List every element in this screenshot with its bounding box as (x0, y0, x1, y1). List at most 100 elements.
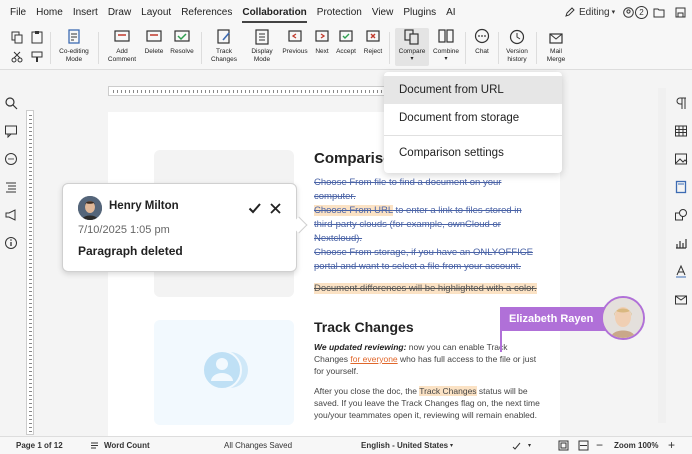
folder-icon[interactable] (653, 7, 665, 18)
coediting-mode-button[interactable]: Co-editing Mode (56, 28, 92, 63)
avatar-placeholder-image (154, 320, 294, 425)
copy-icon[interactable] (10, 30, 24, 44)
chart-settings-icon[interactable] (674, 236, 688, 250)
editing-label: Editing (579, 6, 610, 18)
language-selector[interactable]: English - United States (361, 441, 448, 450)
comment-text: Paragraph deleted (78, 244, 183, 258)
paragraph-settings-icon[interactable] (674, 96, 688, 110)
comment-card[interactable]: Henry Milton 7/10/2025 1:05 pm Paragraph… (62, 183, 308, 272)
compare-chevron-icon: ▾ (410, 55, 414, 62)
display-mode-icon (255, 29, 269, 45)
fit-page-icon[interactable] (558, 440, 569, 451)
text-art-icon[interactable] (674, 264, 688, 278)
coediting-icon (68, 29, 80, 44)
close-icon[interactable] (270, 203, 281, 214)
image-settings-icon[interactable] (674, 152, 688, 166)
users-button[interactable]: 2 (623, 6, 648, 19)
right-sidebar (670, 86, 692, 436)
tab-file[interactable]: File (5, 0, 31, 26)
accept-button[interactable]: Accept (334, 28, 358, 56)
resolve-icon (174, 30, 190, 42)
feedback-icon[interactable] (4, 208, 18, 222)
avatar (78, 196, 102, 220)
add-comment-label: Add Comment (107, 48, 137, 63)
resolve-label: Resolve (170, 48, 194, 55)
tab-draw[interactable]: Draw (103, 0, 136, 26)
compare-icon (404, 29, 419, 45)
zoom-level[interactable]: Zoom 100% (614, 441, 658, 450)
zoom-out-button[interactable]: − (596, 438, 603, 452)
pencil-icon (565, 7, 575, 17)
chevron-down-icon: ▾ (611, 9, 616, 16)
menu-item-document-from-storage[interactable]: Document from storage (384, 104, 562, 132)
delete-comment-icon (146, 30, 162, 42)
zoom-in-button[interactable]: + (668, 438, 675, 452)
navigation-icon[interactable] (4, 180, 18, 194)
header-footer-icon[interactable] (674, 180, 688, 194)
save-icon[interactable] (675, 7, 686, 18)
after-close-a: After you close the doc, the (314, 386, 420, 396)
track-changes-icon (217, 29, 230, 44)
resolve-button[interactable]: Resolve (168, 28, 196, 56)
cut-icon[interactable] (10, 50, 24, 64)
fit-width-icon[interactable] (578, 440, 589, 451)
tab-collaboration[interactable]: Collaboration (237, 0, 311, 26)
next-change-button[interactable]: Next (312, 28, 332, 56)
menu-divider (384, 135, 562, 136)
next-icon (315, 30, 329, 42)
mail-merge-settings-icon[interactable] (674, 292, 688, 306)
version-history-button[interactable]: Version history (502, 28, 532, 63)
collaborator-label: Elizabeth Rayen (500, 307, 612, 331)
previous-change-button[interactable]: Previous (280, 28, 310, 56)
url-option-deleted: Choose From URL (314, 205, 393, 216)
tab-plugins[interactable]: Plugins (398, 0, 441, 26)
compare-label: Compare (398, 48, 426, 55)
tab-layout[interactable]: Layout (136, 0, 176, 26)
vertical-ruler[interactable] (26, 110, 34, 435)
combine-button[interactable]: Combine ▾ (431, 28, 461, 63)
left-sidebar (0, 86, 22, 436)
editing-mode-button[interactable]: Editing ▾ (564, 6, 615, 18)
delete-comment-button[interactable]: Delete (142, 28, 166, 56)
mail-merge-button[interactable]: Mail Merge (540, 28, 572, 63)
spellcheck-icon[interactable] (512, 441, 522, 451)
tab-view[interactable]: View (367, 0, 399, 26)
tab-home[interactable]: Home (31, 0, 68, 26)
format-painter-icon[interactable] (30, 50, 44, 64)
display-mode-button[interactable]: Display Mode (246, 28, 278, 63)
combine-icon (438, 29, 454, 43)
reject-label: Reject (363, 48, 383, 55)
accept-icon (339, 30, 353, 42)
paste-icon[interactable] (30, 30, 44, 44)
compare-button[interactable]: Compare ▾ (395, 28, 429, 66)
menu-item-comparison-settings[interactable]: Comparison settings (384, 139, 562, 167)
comment-date: 7/10/2025 1:05 pm (78, 224, 170, 236)
search-icon[interactable] (4, 96, 18, 110)
tab-ai[interactable]: AI (441, 0, 460, 26)
resolve-check-icon[interactable] (248, 202, 261, 214)
reject-button[interactable]: Reject (361, 28, 385, 56)
add-comment-icon (114, 30, 130, 42)
add-comment-button[interactable]: Add Comment (104, 28, 140, 63)
after-close-highlight: Track Changes (419, 386, 477, 396)
tab-protection[interactable]: Protection (312, 0, 367, 26)
comments-icon[interactable] (4, 124, 18, 138)
page-indicator[interactable]: Page 1 of 12 (16, 441, 63, 450)
tab-insert[interactable]: Insert (68, 0, 103, 26)
tab-references[interactable]: References (176, 0, 237, 26)
mail-merge-label: Mail Merge (546, 48, 566, 63)
inserted-text: for everyone (350, 354, 398, 364)
previous-label: Previous (282, 48, 308, 55)
table-settings-icon[interactable] (674, 124, 688, 138)
paragraph-after-close: After you close the doc, the Track Chang… (314, 385, 540, 421)
track-changes-button[interactable]: Track Changes (206, 28, 242, 63)
compare-dropdown-menu: Document from URL Document from storage … (384, 72, 562, 173)
vertical-scrollbar[interactable] (658, 88, 666, 423)
word-count-button[interactable]: Word Count (104, 441, 150, 450)
chat-button[interactable]: Chat (470, 28, 494, 56)
info-icon[interactable] (4, 236, 18, 250)
chat-sidebar-icon[interactable] (4, 152, 18, 166)
save-status: All Changes Saved (224, 441, 293, 450)
menu-item-document-from-url[interactable]: Document from URL (384, 76, 562, 104)
shape-settings-icon[interactable] (674, 208, 688, 222)
